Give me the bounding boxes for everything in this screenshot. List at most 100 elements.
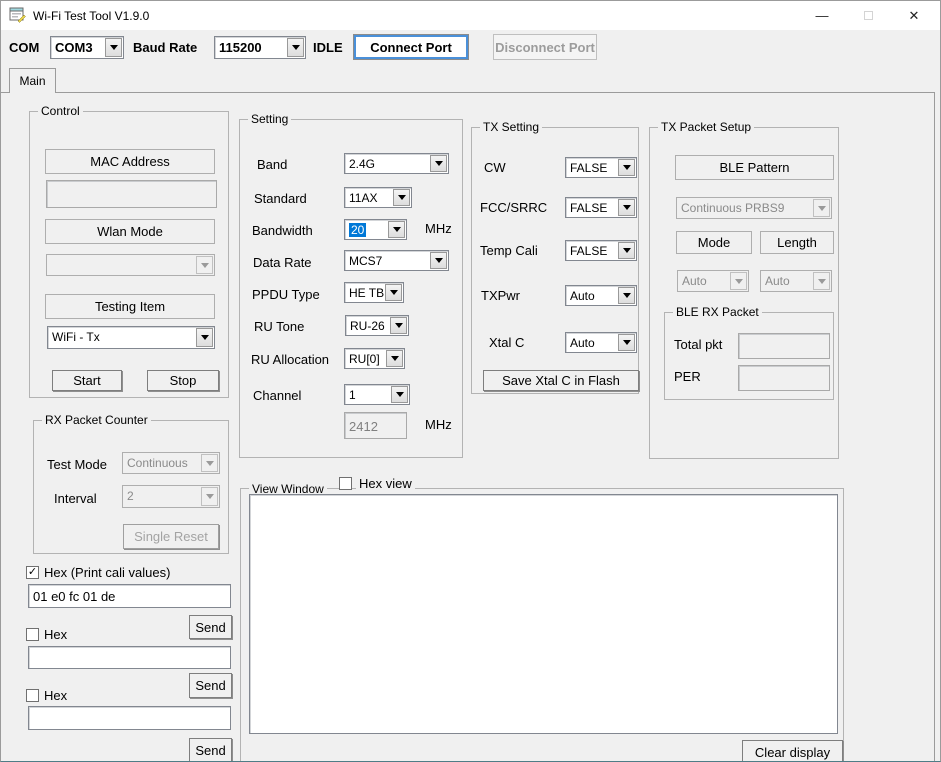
connect-port-button[interactable]: Connect Port bbox=[353, 34, 469, 60]
dropdown-arrow-icon[interactable] bbox=[196, 328, 213, 347]
mac-address-button[interactable]: MAC Address bbox=[45, 149, 215, 174]
temp-cali-label: Temp Cali bbox=[480, 243, 538, 258]
ppdu-type-select[interactable]: HE TB bbox=[344, 282, 404, 303]
disconnect-port-label: Disconnect Port bbox=[495, 40, 595, 55]
maximize-button[interactable] bbox=[845, 1, 891, 30]
ppdu-type-label: PPDU Type bbox=[252, 287, 320, 302]
dropdown-arrow-icon[interactable] bbox=[618, 242, 635, 259]
freq-field: 2412 bbox=[344, 412, 407, 439]
total-pkt-label: Total pkt bbox=[674, 337, 722, 352]
hex1-send-button[interactable]: Send bbox=[189, 615, 232, 639]
ble-rx-packet-group-title: BLE RX Packet bbox=[673, 305, 762, 319]
dropdown-arrow-icon[interactable] bbox=[390, 317, 407, 334]
testing-item-button-label: Testing Item bbox=[95, 299, 165, 314]
ru-tone-value: RU-26 bbox=[350, 319, 385, 333]
mode-value: Auto bbox=[682, 274, 707, 288]
baud-rate-select[interactable]: 115200 bbox=[214, 36, 306, 59]
interval-select[interactable]: 2 bbox=[122, 485, 220, 508]
interval-value: 2 bbox=[127, 489, 134, 503]
dropdown-arrow-icon[interactable] bbox=[618, 334, 635, 351]
com-port-select[interactable]: COM3 bbox=[50, 36, 124, 59]
stop-button[interactable]: Stop bbox=[147, 370, 219, 391]
hex1-checkbox[interactable]: ✓ bbox=[26, 566, 39, 579]
window-title: Wi-Fi Test Tool V1.9.0 bbox=[33, 9, 149, 23]
dropdown-arrow-icon[interactable] bbox=[618, 287, 635, 304]
tx-packet-setup-group: TX Packet Setup BLE Pattern Continuous P… bbox=[649, 127, 839, 459]
hex1-input[interactable] bbox=[28, 584, 231, 608]
dropdown-arrow-icon bbox=[730, 272, 747, 290]
hex2-send-button[interactable]: Send bbox=[189, 673, 232, 698]
band-select[interactable]: 2.4G bbox=[344, 153, 449, 174]
fcc-srrc-label: FCC/SRRC bbox=[480, 200, 547, 215]
standard-value: 11AX bbox=[349, 191, 377, 205]
cw-select[interactable]: FALSE bbox=[565, 157, 637, 178]
dropdown-arrow-icon[interactable] bbox=[430, 252, 447, 269]
com-port-value: COM3 bbox=[55, 40, 93, 55]
ru-allocation-select[interactable]: RU[0] bbox=[344, 348, 405, 369]
mode-button-label: Mode bbox=[698, 235, 731, 250]
dropdown-arrow-icon[interactable] bbox=[430, 155, 447, 172]
dropdown-arrow-icon[interactable] bbox=[386, 350, 403, 367]
length-button[interactable]: Length bbox=[760, 231, 834, 254]
hex2-input[interactable] bbox=[28, 646, 231, 669]
stop-button-label: Stop bbox=[170, 373, 197, 388]
dropdown-arrow-icon[interactable] bbox=[388, 221, 405, 238]
data-rate-select[interactable]: MCS7 bbox=[344, 250, 449, 271]
hex3-send-button[interactable]: Send bbox=[189, 738, 232, 762]
test-mode-label: Test Mode bbox=[47, 457, 107, 472]
dropdown-arrow-icon[interactable] bbox=[393, 189, 410, 206]
disconnect-port-button[interactable]: Disconnect Port bbox=[493, 34, 597, 60]
hex3-send-label: Send bbox=[195, 743, 225, 758]
save-xtal-button[interactable]: Save Xtal C in Flash bbox=[483, 370, 639, 391]
dropdown-arrow-icon bbox=[196, 256, 213, 274]
dropdown-arrow-icon[interactable] bbox=[618, 159, 635, 176]
txpwr-select[interactable]: Auto bbox=[565, 285, 637, 306]
single-reset-button-label: Single Reset bbox=[134, 529, 208, 544]
test-mode-select[interactable]: Continuous bbox=[122, 452, 220, 474]
hex3-checkbox[interactable] bbox=[26, 689, 39, 702]
clear-display-button[interactable]: Clear display bbox=[742, 740, 843, 762]
setting-group-title: Setting bbox=[248, 112, 291, 126]
xtal-c-select[interactable]: Auto bbox=[565, 332, 637, 353]
mac-address-field[interactable] bbox=[46, 180, 217, 208]
wlan-mode-button[interactable]: Wlan Mode bbox=[45, 219, 215, 244]
view-window-textarea[interactable] bbox=[249, 494, 838, 734]
hex-view-label: Hex view bbox=[356, 476, 415, 491]
dropdown-arrow-icon[interactable] bbox=[287, 38, 304, 57]
tab-main-label: Main bbox=[19, 74, 45, 88]
title-bar: Wi-Fi Test Tool V1.9.0 — ✕ bbox=[1, 1, 940, 30]
hex3-input[interactable] bbox=[28, 706, 231, 730]
dropdown-arrow-icon[interactable] bbox=[105, 38, 122, 57]
length-select[interactable]: Auto bbox=[760, 270, 832, 292]
single-reset-button[interactable]: Single Reset bbox=[123, 524, 219, 549]
wlan-mode-button-label: Wlan Mode bbox=[97, 224, 163, 239]
data-rate-value: MCS7 bbox=[349, 254, 382, 268]
interval-label: Interval bbox=[54, 491, 97, 506]
hex-view-checkbox[interactable] bbox=[339, 477, 352, 490]
mac-address-button-label: MAC Address bbox=[90, 154, 169, 169]
bandwidth-label: Bandwidth bbox=[252, 223, 313, 238]
dropdown-arrow-icon[interactable] bbox=[618, 199, 635, 216]
wlan-mode-select[interactable] bbox=[46, 254, 215, 276]
testing-item-select[interactable]: WiFi - Tx bbox=[47, 326, 215, 349]
tab-main[interactable]: Main bbox=[9, 68, 56, 93]
channel-select[interactable]: 1 bbox=[344, 384, 410, 405]
ble-pattern-button[interactable]: BLE Pattern bbox=[675, 155, 834, 180]
dropdown-arrow-icon[interactable] bbox=[391, 386, 408, 403]
mode-select[interactable]: Auto bbox=[677, 270, 749, 292]
start-button[interactable]: Start bbox=[52, 370, 122, 391]
ble-pattern-select[interactable]: Continuous PRBS9 bbox=[676, 197, 832, 219]
dropdown-arrow-icon bbox=[813, 199, 830, 217]
dropdown-arrow-icon[interactable] bbox=[385, 284, 402, 301]
testing-item-button[interactable]: Testing Item bbox=[45, 294, 215, 319]
fcc-srrc-select[interactable]: FALSE bbox=[565, 197, 637, 218]
bandwidth-combo[interactable]: 20 bbox=[344, 219, 407, 240]
hex2-checkbox[interactable] bbox=[26, 628, 39, 641]
ru-tone-select[interactable]: RU-26 bbox=[345, 315, 409, 336]
mode-button[interactable]: Mode bbox=[676, 231, 752, 254]
temp-cali-select[interactable]: FALSE bbox=[565, 240, 637, 261]
baud-rate-label: Baud Rate bbox=[133, 40, 197, 55]
close-button[interactable]: ✕ bbox=[891, 1, 937, 30]
minimize-button[interactable]: — bbox=[799, 1, 845, 30]
standard-select[interactable]: 11AX bbox=[344, 187, 412, 208]
